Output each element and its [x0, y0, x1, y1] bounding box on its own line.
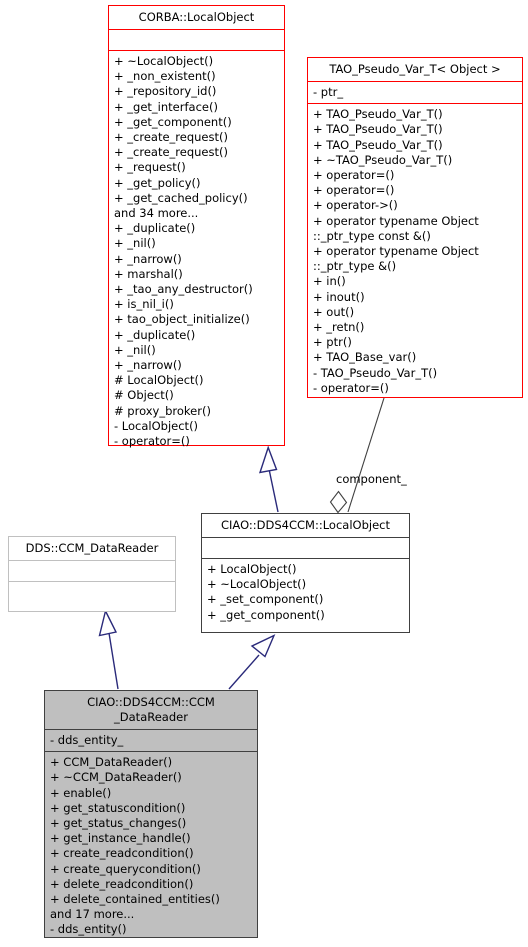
- member-line: + get_statuscondition(): [50, 800, 186, 815]
- member-line: ::_ptr_type const &(): [313, 228, 431, 243]
- member-line: - operator=(): [313, 380, 389, 395]
- member-line: + _get_component(): [207, 607, 325, 622]
- class-attributes-ciao-dds4ccm-ccm-datareader: - dds_entity_: [45, 729, 257, 751]
- member-line: + _get_component(): [114, 114, 232, 129]
- member-line: + _duplicate(): [114, 327, 196, 342]
- member-line: + _narrow(): [114, 251, 182, 266]
- member-line: + enable(): [50, 785, 112, 800]
- member-line: + operator typename Object: [313, 244, 479, 259]
- member-line: + TAO_Pseudo_Var_T(): [313, 122, 443, 137]
- member-line: + tao_object_initialize(): [114, 312, 250, 327]
- class-title-ciao-dds4ccm-localobject: CIAO::DDS4CCM::LocalObject: [220, 518, 390, 532]
- member-line: + _narrow(): [114, 358, 182, 373]
- class-attributes-dds-ccm-datareader: [9, 560, 175, 581]
- member-line: + _retn(): [313, 320, 365, 335]
- member-line: + _nil(): [114, 236, 156, 251]
- class-title-dds-ccm-datareader: DDS::CCM_DataReader: [25, 541, 159, 555]
- member-line: + operator typename Object: [313, 213, 479, 228]
- member-line: + operator=(): [313, 168, 395, 183]
- member-line: + _create_request(): [114, 130, 228, 145]
- member-line: + is_nil_i(): [114, 297, 174, 312]
- member-line: ::_ptr_type &(): [313, 259, 397, 274]
- member-line: + TAO_Pseudo_Var_T(): [313, 107, 443, 122]
- member-line: + delete_readcondition(): [50, 876, 194, 891]
- member-line: + create_querycondition(): [50, 861, 201, 876]
- member-line: # proxy_broker(): [114, 403, 211, 418]
- member-line: # LocalObject(): [114, 373, 204, 388]
- class-attributes-ciao-dds4ccm-localobject: [202, 537, 409, 558]
- member-line: + LocalObject(): [207, 562, 297, 576]
- member-line: + ~CCM_DataReader(): [50, 770, 182, 785]
- edge-dds-ccm-datareader-to-ccm-datareader: [98, 608, 119, 690]
- class-title-corba-localobject: CORBA::LocalObject: [138, 10, 255, 24]
- class-operations-dds-ccm-datareader: [9, 581, 175, 602]
- member-line: - TAO_Pseudo_Var_T(): [313, 365, 438, 380]
- class-operations-ciao-dds4ccm-localobject: + LocalObject() + ~LocalObject() + _set_…: [202, 558, 409, 626]
- class-box-dds-ccm-datareader[interactable]: DDS::CCM_DataReader: [8, 536, 176, 612]
- member-line: # Object(): [114, 388, 174, 403]
- member-line: - ptr_: [313, 85, 344, 99]
- edge-label-component: component_: [336, 472, 407, 486]
- member-line: + _get_policy(): [114, 175, 201, 190]
- member-line: - operator=(): [114, 434, 190, 449]
- member-line: + _duplicate(): [114, 221, 196, 236]
- member-line-more: and 34 more...: [114, 206, 199, 221]
- member-line: + _get_interface(): [114, 99, 218, 114]
- edge-corba-localobject-to-ciao-localobject: [258, 445, 279, 513]
- member-line: - LocalObject(): [114, 418, 199, 433]
- member-line: + _nil(): [114, 342, 156, 357]
- member-line: + in(): [313, 274, 346, 289]
- member-line: + get_status_changes(): [50, 816, 187, 831]
- member-line: - dds_entity_: [50, 733, 124, 747]
- class-attributes-corba-localobject: [109, 29, 284, 50]
- member-line: + _repository_id(): [114, 84, 217, 99]
- member-line: + operator=(): [313, 183, 395, 198]
- member-line: + create_readcondition(): [50, 846, 194, 861]
- member-line: + delete_contained_entities(): [50, 892, 220, 907]
- member-line: + get_instance_handle(): [50, 831, 191, 846]
- member-line: + out(): [313, 304, 355, 319]
- member-line: + ~LocalObject(): [207, 577, 307, 592]
- member-line: - dds_entity(): [50, 922, 127, 937]
- member-line: + ptr(): [313, 335, 352, 350]
- member-line: + _set_component(): [207, 592, 324, 607]
- member-line: + CCM_DataReader(): [50, 755, 173, 770]
- member-line: + ~TAO_Pseudo_Var_T(): [313, 152, 453, 167]
- edge-ciao-localobject-to-ccm-datareader: [228, 634, 276, 690]
- member-line: + _get_cached_policy(): [114, 190, 248, 205]
- class-attributes-tao-pseudo-var-t: - ptr_: [308, 81, 522, 103]
- class-operations-corba-localobject: + ~LocalObject() + _non_existent() + _re…: [109, 50, 284, 452]
- member-line: + _create_request(): [114, 145, 228, 160]
- member-line: + operator->(): [313, 198, 398, 213]
- class-box-ciao-dds4ccm-ccm-datareader[interactable]: CIAO::DDS4CCM::CCM _DataReader - dds_ent…: [44, 690, 258, 938]
- member-line: + TAO_Base_var(): [313, 350, 417, 365]
- class-operations-ciao-dds4ccm-ccm-datareader: + CCM_DataReader() + ~CCM_DataReader() +…: [45, 751, 257, 940]
- class-box-corba-localobject[interactable]: CORBA::LocalObject + ~LocalObject() + _n…: [108, 5, 285, 448]
- uml-class-diagram: CORBA::LocalObject + ~LocalObject() + _n…: [0, 0, 528, 947]
- member-line: + _request(): [114, 160, 186, 175]
- class-operations-tao-pseudo-var-t: + TAO_Pseudo_Var_T() + TAO_Pseudo_Var_T(…: [308, 103, 522, 399]
- member-line-more: and 17 more...: [50, 907, 135, 922]
- member-line: + inout(): [313, 289, 365, 304]
- member-line: + TAO_Pseudo_Var_T(): [313, 137, 443, 152]
- member-line: + _tao_any_destructor(): [114, 282, 253, 297]
- class-box-ciao-dds4ccm-localobject[interactable]: CIAO::DDS4CCM::LocalObject + LocalObject…: [201, 513, 410, 633]
- member-line: + ~LocalObject(): [114, 54, 214, 68]
- class-title-tao-pseudo-var-t: TAO_Pseudo_Var_T< Object >: [329, 62, 501, 76]
- edge-tao-pseudo-var-aggregation: [329, 397, 385, 514]
- class-title-ciao-dds4ccm-ccm-datareader: CIAO::DDS4CCM::CCM _DataReader: [87, 695, 215, 724]
- member-line: + marshal(): [114, 266, 183, 281]
- member-line: + _non_existent(): [114, 69, 216, 84]
- class-box-tao-pseudo-var-t[interactable]: TAO_Pseudo_Var_T< Object > - ptr_ + TAO_…: [307, 57, 523, 398]
